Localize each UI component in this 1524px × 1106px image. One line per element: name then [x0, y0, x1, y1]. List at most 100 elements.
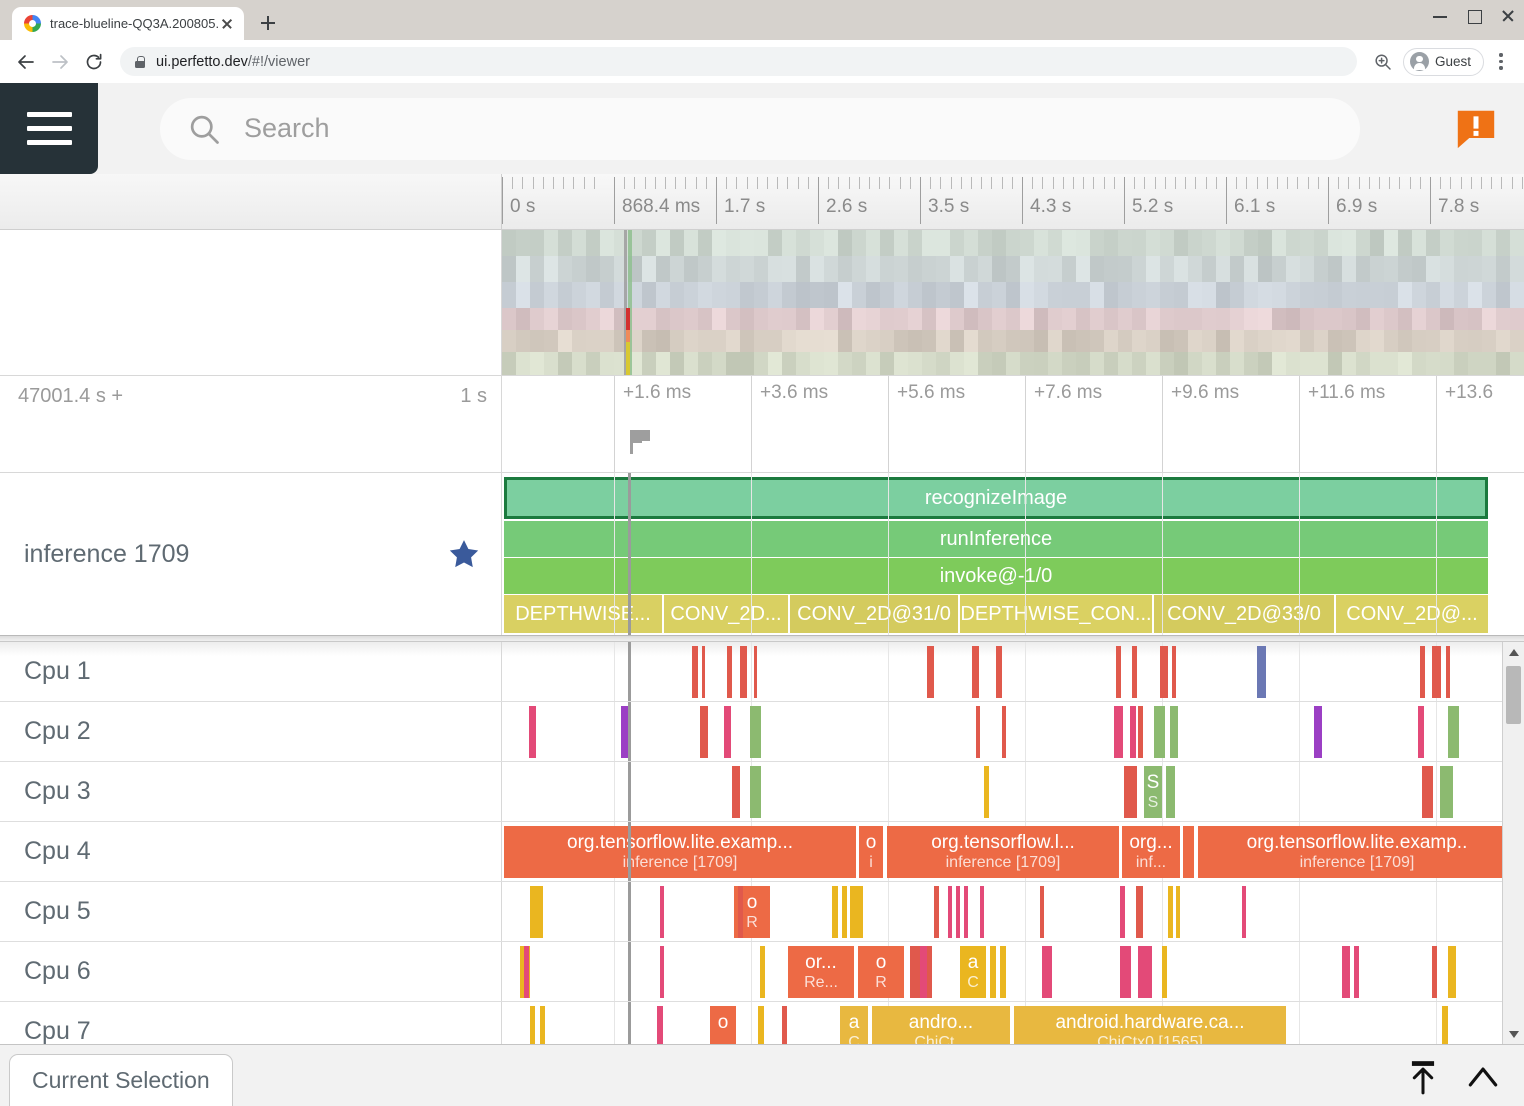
cpu-slice[interactable]: [1342, 946, 1350, 998]
timeline-slice[interactable]: CONV_2D...: [664, 595, 788, 633]
cpu-slice[interactable]: aC: [840, 1006, 868, 1044]
cpu-slice[interactable]: [1162, 946, 1167, 998]
align-top-icon[interactable]: [1404, 1058, 1442, 1096]
minimap[interactable]: [502, 230, 1524, 375]
chevron-up-icon[interactable]: [1464, 1058, 1502, 1096]
cpu-slice[interactable]: [782, 1006, 787, 1044]
timeline-slice[interactable]: DEPTHWISE_CON...: [960, 595, 1152, 633]
cpu-slice[interactable]: [758, 1006, 764, 1044]
cpu-slice[interactable]: [990, 946, 996, 998]
timeline-slice[interactable]: runInference: [504, 521, 1488, 557]
cpu-track-row[interactable]: Cpu 7o.aCandro...ChiCt...android.hardwar…: [0, 1002, 1524, 1044]
cpu-track-row[interactable]: Cpu 2: [0, 702, 1524, 762]
timeline-slice[interactable]: DEPTHWISE...: [504, 595, 662, 633]
cpu-slice[interactable]: [760, 946, 765, 998]
timeline-slice[interactable]: CONV_2D@...: [1336, 595, 1488, 633]
cpu-slice[interactable]: org.tensorflow.l...inference [1709]: [887, 826, 1119, 878]
cpu-slice[interactable]: [1448, 946, 1456, 998]
cpu-track-row[interactable]: Cpu 4org.tensorflow.lite.examp...inferen…: [0, 822, 1524, 882]
cpu-slice[interactable]: [1172, 646, 1176, 698]
cpu-slice[interactable]: [1116, 646, 1121, 698]
cpu-slice[interactable]: [732, 766, 740, 818]
scroll-up-icon[interactable]: [1503, 642, 1524, 662]
cpu-slice[interactable]: [984, 766, 989, 818]
cpu-slice[interactable]: [1448, 706, 1459, 758]
cpu-slice[interactable]: [1442, 1006, 1448, 1044]
cpu-slice[interactable]: [1432, 646, 1441, 698]
cpu-track-row[interactable]: Cpu 3SS: [0, 762, 1524, 822]
cpu-slice[interactable]: [1440, 766, 1453, 818]
cpu-track-shell[interactable]: Cpu 5: [0, 882, 502, 941]
cpu-slice[interactable]: [692, 646, 698, 698]
cpu-track-shell[interactable]: Cpu 1: [0, 642, 502, 701]
cpu-slice[interactable]: [1114, 706, 1123, 758]
maximize-icon[interactable]: [1466, 8, 1482, 24]
track-inference-1709[interactable]: inference 1709 recognizeImagerunInferenc…: [0, 473, 1524, 635]
track-slices[interactable]: recognizeImagerunInferenceinvoke@-1/0DEP…: [502, 473, 1524, 635]
cpu-slice[interactable]: [750, 766, 761, 818]
cpu-slice[interactable]: [934, 886, 939, 938]
cpu-slice[interactable]: [948, 886, 952, 938]
cpu-slice[interactable]: [976, 706, 980, 758]
cpu-slice[interactable]: [702, 646, 705, 698]
kebab-menu-icon[interactable]: [1488, 48, 1514, 76]
cpu-slice[interactable]: [980, 886, 984, 938]
cpu-slice[interactable]: [1040, 886, 1044, 938]
cpu-slice[interactable]: [1168, 886, 1173, 938]
window-close-icon[interactable]: [1500, 8, 1516, 24]
address-bar[interactable]: ui.perfetto.dev/#!/viewer: [120, 47, 1357, 76]
vertical-scrollbar[interactable]: [1502, 642, 1524, 1044]
track-shell[interactable]: inference 1709: [0, 473, 502, 635]
cpu-slice[interactable]: [927, 646, 934, 698]
cpu-slice[interactable]: [724, 706, 731, 758]
cpu-slice[interactable]: [842, 886, 847, 938]
cpu-track-slices[interactable]: [502, 702, 1524, 761]
back-arrow-icon[interactable]: [10, 46, 42, 78]
cpu-slice[interactable]: [1136, 886, 1143, 938]
new-tab-button[interactable]: [254, 9, 282, 37]
minimize-icon[interactable]: [1432, 8, 1448, 24]
timeline-slice[interactable]: recognizeImage: [504, 477, 1488, 519]
cpu-slice[interactable]: [1154, 706, 1165, 758]
scroll-down-icon[interactable]: [1503, 1024, 1524, 1044]
warning-bubble-icon[interactable]: [1453, 106, 1499, 152]
cpu-slice[interactable]: [727, 646, 732, 698]
star-icon[interactable]: [447, 537, 481, 571]
scrollbar-thumb[interactable]: [1506, 666, 1521, 724]
cpu-slice[interactable]: android.hardware.ca...ChiCtx0 [1565]: [1014, 1006, 1286, 1044]
reload-icon[interactable]: [78, 46, 110, 78]
cpu-slice[interactable]: [530, 886, 543, 938]
cpu-slice[interactable]: o.: [710, 1006, 736, 1044]
cpu-track-slices[interactable]: SS: [502, 762, 1524, 821]
flag-marker-icon[interactable]: [628, 428, 652, 454]
cpu-slice[interactable]: [700, 706, 708, 758]
cpu-slice[interactable]: [1257, 646, 1266, 698]
cpu-slice[interactable]: [996, 646, 1002, 698]
cpu-slice[interactable]: [660, 946, 664, 998]
cpu-slice[interactable]: [1000, 946, 1006, 998]
cpu-slice[interactable]: [740, 646, 747, 698]
cpu-slice[interactable]: [1432, 946, 1437, 998]
panel-divider[interactable]: [0, 635, 1524, 642]
cpu-track-slices[interactable]: [502, 642, 1524, 701]
cpu-slice[interactable]: [738, 886, 743, 938]
cpu-track-slices[interactable]: org.tensorflow.lite.examp...inference [1…: [502, 822, 1524, 881]
cpu-slice[interactable]: [1132, 646, 1137, 698]
cpu-slice[interactable]: [1354, 946, 1359, 998]
cpu-slice[interactable]: [657, 1006, 663, 1044]
cpu-slice[interactable]: [1138, 946, 1152, 998]
cpu-slice[interactable]: [1183, 826, 1194, 878]
cpu-slice[interactable]: [972, 646, 979, 698]
time-ruler[interactable]: 0 s868.4 ms1.7 s2.6 s3.5 s4.3 s5.2 s6.1 …: [0, 174, 1524, 230]
hamburger-icon[interactable]: [0, 83, 98, 174]
cpu-slice[interactable]: [524, 946, 529, 998]
cpu-track-slices[interactable]: o.aCandro...ChiCt...android.hardware.ca.…: [502, 1002, 1524, 1044]
cpu-slice[interactable]: [1314, 706, 1322, 758]
cpu-slice[interactable]: SS: [1144, 766, 1162, 818]
close-icon[interactable]: [218, 15, 236, 33]
tab-current-selection[interactable]: Current Selection: [9, 1054, 233, 1106]
cpu-slice[interactable]: org.tensorflow.lite.examp..inference [17…: [1198, 826, 1516, 878]
cpu-slice[interactable]: [1446, 646, 1450, 698]
cpu-slice[interactable]: [540, 1006, 545, 1044]
zoom-in-icon[interactable]: [1367, 46, 1399, 78]
